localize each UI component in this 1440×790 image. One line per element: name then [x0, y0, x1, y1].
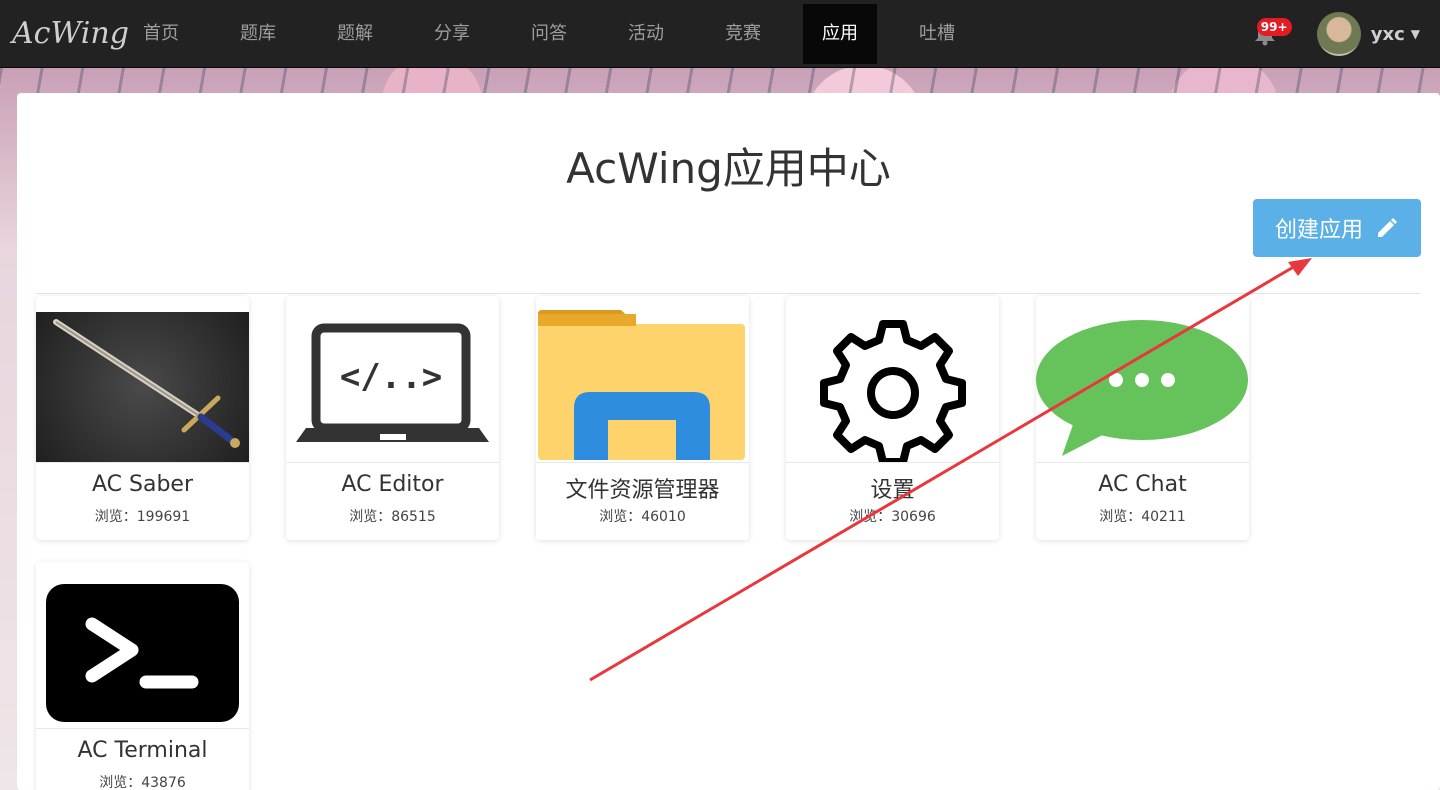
username[interactable]: yxc	[1371, 24, 1405, 45]
card-divider	[36, 462, 249, 463]
app-name: AC Chat	[1098, 472, 1187, 497]
app-card-ac-terminal[interactable]: AC Terminal 浏览：43876	[36, 562, 249, 790]
svg-text:</..>: </..>	[340, 357, 442, 397]
notification-badge: 99+	[1256, 18, 1292, 36]
nav-item-solutions[interactable]: 题解	[318, 4, 392, 64]
chevron-down-icon[interactable]: ▼	[1411, 27, 1420, 41]
notifications-button[interactable]: 99+	[1245, 14, 1292, 54]
nav-item-qa[interactable]: 问答	[512, 4, 586, 64]
app-card-ac-chat[interactable]: AC Chat 浏览：40211	[1036, 296, 1249, 540]
nav-item-feedback[interactable]: 吐槽	[900, 4, 974, 64]
app-views: 浏览：30696	[849, 509, 936, 525]
app-views: 浏览：199691	[94, 509, 191, 525]
nav-item-contests[interactable]: 竞赛	[706, 4, 780, 64]
avatar[interactable]	[1316, 12, 1361, 56]
app-card-ac-editor[interactable]: </..> AC Editor 浏览：86515	[286, 296, 499, 540]
app-card-settings[interactable]: 设置 浏览：30696	[786, 296, 999, 540]
card-divider	[786, 462, 999, 463]
nav-item-activities[interactable]: 活动	[609, 4, 683, 64]
app-name: 文件资源管理器	[565, 478, 720, 503]
app-views: 浏览：40211	[1099, 509, 1186, 525]
card-divider	[1036, 462, 1249, 463]
create-app-button[interactable]: 创建应用	[1253, 199, 1421, 257]
app-card-file-explorer[interactable]: 文件资源管理器 浏览：46010	[536, 296, 749, 540]
app-name: AC Saber	[91, 472, 193, 497]
laptop-code-icon: </..>	[286, 296, 499, 462]
chat-bubble-icon	[1036, 296, 1249, 462]
app-views: 浏览：46010	[599, 509, 686, 525]
brand-logo[interactable]: AcWing	[0, 16, 129, 51]
card-divider	[286, 462, 499, 463]
app-name: AC Terminal	[77, 738, 208, 763]
pencil-icon	[1378, 218, 1397, 237]
card-divider	[536, 462, 749, 463]
top-navbar: AcWing 首页 题库 题解 分享 问答 活动 竞赛 应用 吐槽 99+ yx…	[0, 0, 1440, 68]
app-views: 浏览：86515	[349, 509, 436, 525]
card-divider	[36, 728, 249, 729]
app-card-ac-saber[interactable]: AC Saber 浏览：199691	[36, 296, 249, 540]
sword-icon	[36, 312, 249, 462]
nav-item-home[interactable]: 首页	[124, 4, 198, 64]
nav-item-apps[interactable]: 应用	[803, 3, 877, 64]
page-title: AcWing应用中心	[566, 144, 891, 193]
nav-item-share[interactable]: 分享	[415, 4, 489, 64]
create-app-label: 创建应用	[1274, 218, 1363, 243]
terminal-icon	[36, 562, 249, 728]
nav-item-problems[interactable]: 题库	[221, 4, 295, 64]
divider	[36, 293, 1421, 294]
app-views: 浏览：43876	[99, 775, 186, 790]
gear-icon	[786, 296, 999, 462]
app-name: 设置	[870, 478, 915, 503]
folder-icon	[536, 296, 749, 462]
app-name: AC Editor	[341, 472, 444, 497]
